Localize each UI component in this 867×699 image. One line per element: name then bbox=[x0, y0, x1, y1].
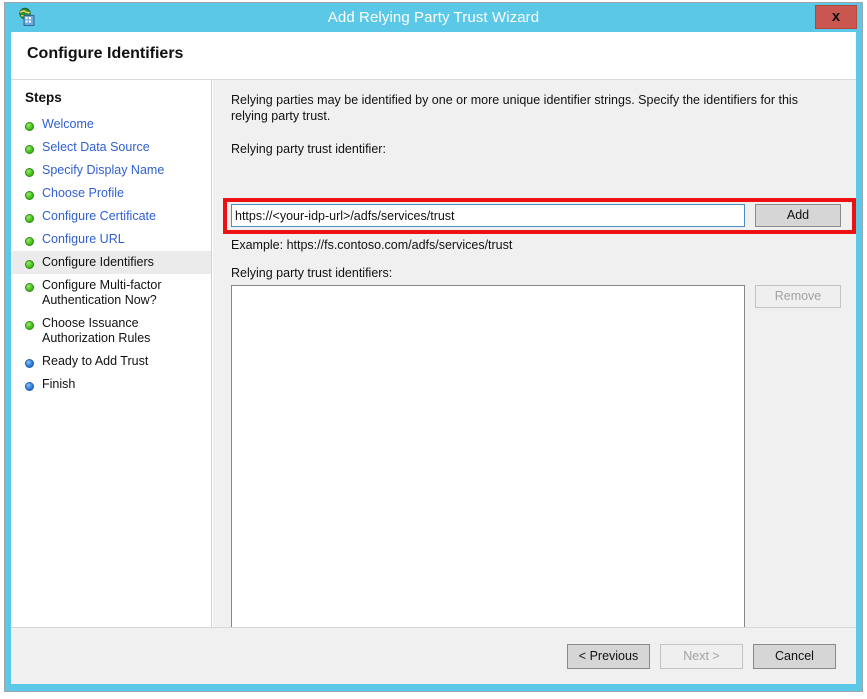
sidebar-item-label: Configure URL bbox=[42, 232, 125, 246]
sidebar-item-configure-identifiers[interactable]: Configure Identifiers bbox=[11, 251, 211, 274]
step-bullet-done-icon bbox=[25, 321, 34, 330]
add-button[interactable]: Add bbox=[755, 204, 841, 227]
sidebar-item-choose-profile[interactable]: Choose Profile bbox=[11, 182, 211, 205]
close-button[interactable]: x bbox=[815, 5, 857, 29]
step-bullet-pending-icon bbox=[25, 382, 34, 391]
step-bullet-done-icon bbox=[25, 214, 34, 223]
sidebar-item-label: Select Data Source bbox=[42, 140, 150, 154]
page-title: Configure Identifiers bbox=[27, 45, 184, 62]
step-bullet-done-icon bbox=[25, 122, 34, 131]
sidebar-item-welcome[interactable]: Welcome bbox=[11, 113, 211, 136]
identifiers-listbox[interactable] bbox=[231, 285, 745, 655]
sidebar-item-label: Configure Certificate bbox=[42, 209, 156, 223]
sidebar-item-label: Ready to Add Trust bbox=[42, 354, 149, 368]
sidebar-item-choose-issuance-authorization-rules[interactable]: Choose Issuance Authorization Rules bbox=[11, 312, 211, 350]
step-bullet-done-icon bbox=[25, 168, 34, 177]
screenshot-root: Add Relying Party Trust Wizard x Configu… bbox=[0, 0, 867, 699]
step-bullet-done-icon bbox=[25, 191, 34, 200]
window-title: Add Relying Party Trust Wizard bbox=[327, 9, 540, 26]
identifiers-list-label: Relying party trust identifiers: bbox=[231, 266, 393, 280]
step-bullet-done-icon bbox=[25, 237, 34, 246]
footer-bar: < Previous Next > Cancel bbox=[11, 628, 856, 684]
sidebar-item-configure-certificate[interactable]: Configure Certificate bbox=[11, 205, 211, 228]
remove-button[interactable]: Remove bbox=[755, 285, 841, 308]
previous-button[interactable]: < Previous bbox=[567, 644, 650, 669]
sidebar-item-label: Finish bbox=[42, 377, 76, 391]
title-bar: Add Relying Party Trust Wizard x bbox=[5, 3, 862, 32]
step-bullet-done-icon bbox=[25, 283, 34, 292]
sidebar-item-label: Configure Identifiers bbox=[42, 255, 154, 269]
sidebar-item-label: Choose Issuance Authorization Rules bbox=[42, 316, 151, 345]
sidebar-item-ready-to-add-trust[interactable]: Ready to Add Trust bbox=[11, 350, 211, 373]
sidebar-item-specify-display-name[interactable]: Specify Display Name bbox=[11, 159, 211, 182]
page-header: Configure Identifiers bbox=[11, 32, 856, 79]
sidebar-item-finish[interactable]: Finish bbox=[11, 373, 211, 396]
example-text: Example: https://fs.contoso.com/adfs/ser… bbox=[231, 238, 513, 252]
sidebar-item-label: Welcome bbox=[42, 117, 94, 131]
step-bullet-done-icon bbox=[25, 260, 34, 269]
identifier-label: Relying party trust identifier: bbox=[231, 142, 386, 156]
step-bullet-pending-icon bbox=[25, 359, 34, 368]
sidebar-item-select-data-source[interactable]: Select Data Source bbox=[11, 136, 211, 159]
sidebar-item-label: Configure Multi-factor Authentication No… bbox=[42, 278, 162, 307]
sidebar-item-configure-multifactor-auth[interactable]: Configure Multi-factor Authentication No… bbox=[11, 274, 211, 312]
intro-text: Relying parties may be identified by one… bbox=[231, 93, 798, 123]
sidebar-item-configure-url[interactable]: Configure URL bbox=[11, 228, 211, 251]
sidebar-item-label: Specify Display Name bbox=[42, 163, 165, 177]
steps-sidebar: Steps Welcome Select Data Source Specify… bbox=[11, 80, 212, 684]
content-pane: Relying parties may be identified by one… bbox=[213, 80, 856, 684]
step-bullet-done-icon bbox=[25, 145, 34, 154]
client-area: Configure Identifiers Steps Welcome Sele… bbox=[11, 32, 856, 684]
steps-heading: Steps bbox=[25, 90, 62, 105]
wizard-window: Add Relying Party Trust Wizard x Configu… bbox=[4, 2, 863, 692]
steps-list: Welcome Select Data Source Specify Displ… bbox=[11, 113, 211, 396]
sidebar-item-label: Choose Profile bbox=[42, 186, 124, 200]
next-button[interactable]: Next > bbox=[660, 644, 743, 669]
cancel-button[interactable]: Cancel bbox=[753, 644, 836, 669]
relying-party-identifier-input[interactable] bbox=[231, 204, 745, 227]
